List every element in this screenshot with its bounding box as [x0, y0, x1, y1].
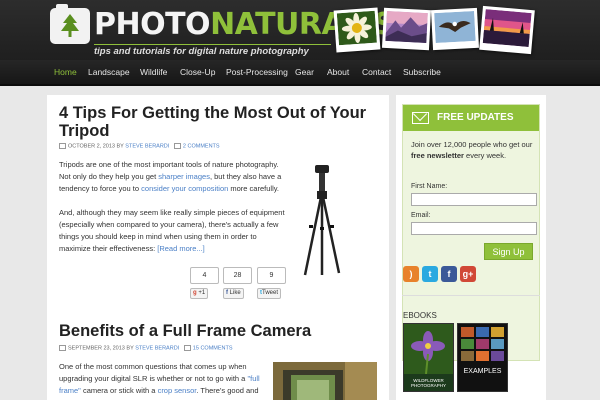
header-photo-eagle — [430, 7, 480, 51]
text: things you should keep in mind when usin… — [59, 232, 257, 241]
tripod-image[interactable] — [301, 165, 343, 277]
post-author[interactable]: STEVE BERARDI — [135, 345, 179, 351]
full-frame-link[interactable]: frame" — [59, 386, 81, 395]
text: every week. — [466, 151, 507, 160]
email-field[interactable] — [411, 222, 537, 235]
envelope-icon — [412, 112, 429, 124]
post-meta-2: SEPTEMBER 23, 2013 BY STEVE BERARDI 15 C… — [59, 345, 233, 351]
calendar-icon — [59, 345, 66, 351]
free-updates-header: FREE UPDATES — [403, 105, 539, 131]
post-date: SEPTEMBER 23, 2013 — [68, 345, 125, 352]
header-photo-flower — [333, 7, 381, 53]
newsletter-text: Join over 12,000 people who get our free… — [411, 139, 537, 161]
ebook-wildflower[interactable]: WILDFLOWER PHOTOGRAPHY — [403, 323, 454, 392]
logo-part1: PHOTO — [94, 7, 211, 42]
ebook-title: WILDFLOWER PHOTOGRAPHY — [411, 378, 446, 388]
post-title-2[interactable]: Benefits of a Full Frame Camera — [59, 322, 311, 340]
tree-icon — [61, 14, 79, 37]
crop-sensor-link[interactable]: crop sensor — [158, 386, 197, 395]
gplus-button[interactable]: g +1 — [190, 288, 209, 299]
post-title[interactable]: 4 Tips For Getting the Most Out of Your … — [59, 104, 366, 140]
comment-icon — [173, 143, 181, 149]
text: , but they also have a — [209, 172, 282, 181]
sensor-image[interactable] — [273, 362, 377, 400]
text-bold: free newsletter — [411, 151, 464, 160]
comment-icon — [183, 345, 191, 351]
post-title-line2: Tripod — [59, 122, 110, 140]
text: (especially when compared to your camera… — [59, 220, 279, 229]
composition-link[interactable]: consider your composition — [141, 184, 228, 193]
photo-grid-icon — [461, 327, 504, 361]
post-title-line1: 4 Tips For Getting the Most Out of Your — [59, 104, 367, 122]
facebook-icon: f — [226, 290, 228, 296]
nav-subscribe[interactable]: Subscribe — [403, 67, 441, 77]
post-by: BY — [126, 345, 134, 352]
post-date: OCTOBER 2, 2013 — [68, 143, 115, 150]
free-updates-title: FREE UPDATES — [437, 112, 514, 123]
text: tendency to force you to — [59, 184, 140, 193]
nav-contact[interactable]: Contact — [362, 67, 391, 77]
divider — [402, 295, 540, 296]
header-photo-sunset — [479, 5, 535, 55]
text: maximize their effectiveness: — [59, 244, 156, 253]
text: camera or stick with a — [82, 386, 156, 395]
text: . There's good and — [196, 386, 259, 395]
text: Not only do they help you get — [59, 172, 157, 181]
read-more-link[interactable]: [Read more...] — [157, 244, 205, 253]
ebook-title: EXAMPLES — [463, 368, 502, 375]
post-by: BY — [116, 143, 124, 150]
post-comments[interactable]: 2 COMMENTS — [183, 143, 220, 149]
post-excerpt-2: One of the most common questions that co… — [59, 361, 281, 397]
nav-close-up[interactable]: Close-Up — [180, 67, 215, 77]
facebook-count: 28 — [223, 267, 252, 284]
first-name-field[interactable] — [411, 193, 537, 206]
post-author[interactable]: STEVE BERARDI — [125, 143, 169, 149]
text: Join over 12,000 people who get our — [411, 140, 533, 149]
site-header: PHOTONATURALIST tips and tutorials for d… — [0, 0, 600, 60]
calendar-icon — [59, 143, 66, 149]
sharper-images-link[interactable]: sharper images — [158, 172, 210, 181]
twitter-count: 9 — [257, 267, 286, 284]
nav-post-processing[interactable]: Post-Processing — [226, 67, 288, 77]
ebook-examples[interactable]: EXAMPLES — [457, 323, 508, 392]
main-nav: Home Landscape Wildlife Close-Up Post-Pr… — [0, 60, 600, 86]
text: And, although they may seem like really … — [59, 208, 285, 217]
first-name-label: First Name: — [411, 183, 448, 190]
main-content: 4 Tips For Getting the Most Out of Your … — [47, 95, 389, 400]
nav-about[interactable]: About — [327, 67, 349, 77]
facebook-icon[interactable]: f — [441, 266, 457, 282]
camera-icon — [50, 4, 90, 44]
post-excerpt-p2: And, although they may seem like really … — [59, 207, 299, 255]
header-photo-mountains — [381, 7, 432, 51]
post-excerpt-p1: Tripods are one of the most important to… — [59, 159, 299, 195]
post-comments[interactable]: 15 COMMENTS — [193, 345, 233, 351]
full-frame-link[interactable]: "full — [247, 374, 259, 383]
googleplus-icon[interactable]: g+ — [460, 266, 476, 282]
nav-home[interactable]: Home — [54, 67, 77, 77]
gplus-label: +1 — [198, 290, 206, 296]
googleplus-icon: g — [193, 290, 197, 296]
twitter-icon[interactable]: t — [422, 266, 438, 282]
gplus-count: 4 — [190, 267, 219, 284]
flower-icon — [404, 324, 453, 375]
tweet-button[interactable]: tTweet — [257, 288, 282, 299]
nav-landscape[interactable]: Landscape — [88, 67, 130, 77]
tagline: tips and tutorials for digital nature ph… — [94, 44, 331, 57]
text: Tripods are one of the most important to… — [59, 160, 279, 169]
text: One of the most common questions that co… — [59, 362, 247, 371]
rss-icon[interactable]: ) — [403, 266, 419, 282]
ebooks-title: EBOOKS — [403, 311, 437, 320]
facebook-like-button[interactable]: f Like — [223, 288, 244, 299]
email-label: Email: — [411, 212, 431, 219]
sign-up-button[interactable]: Sign Up — [484, 243, 533, 260]
site-logo[interactable]: PHOTONATURALIST tips and tutorials for d… — [50, 4, 415, 57]
nav-gear[interactable]: Gear — [295, 67, 314, 77]
text: more carefully. — [230, 184, 280, 193]
fb-label: Like — [229, 290, 241, 296]
sidebar: FREE UPDATES Join over 12,000 people who… — [396, 95, 546, 400]
nav-wildlife[interactable]: Wildlife — [140, 67, 167, 77]
tw-label: Tweet — [262, 290, 279, 296]
text: upgrading your digital SLR is whether or… — [59, 374, 246, 383]
post-meta: OCTOBER 2, 2013 BY STEVE BERARDI 2 COMME… — [59, 143, 220, 149]
